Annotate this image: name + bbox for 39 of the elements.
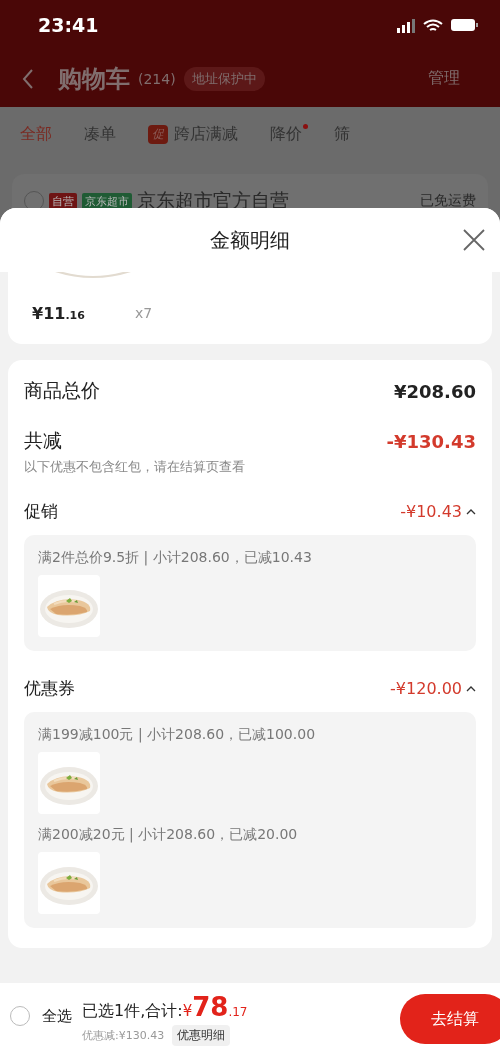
checkout-button[interactable]: 去结算 (400, 994, 500, 1044)
promo-tag: 促 (148, 125, 168, 144)
discount-rule: 满199减100元 | 小计208.60，已减100.00 (38, 726, 317, 744)
item-quantity: x7 (134, 305, 153, 321)
discount-rule: 满200减20元 | 小计208.60，已减20.00 (38, 826, 299, 844)
item-price: ¥11.16 (32, 303, 85, 323)
select-all[interactable]: 全选 (10, 1006, 72, 1026)
filter-tab[interactable]: 降价 (270, 124, 302, 145)
address-protection-badge[interactable]: 地址保护中 (183, 66, 265, 91)
summary-label: 共减 (24, 428, 62, 453)
section-amount[interactable]: -¥10.43 (400, 502, 476, 521)
filter-tab[interactable]: 筛 (334, 124, 350, 145)
wifi-icon (423, 18, 443, 32)
signal-icon (397, 17, 415, 33)
shipping-note: 已免运费 (420, 192, 476, 210)
section-label: 优惠券 (24, 677, 75, 700)
filter-tab[interactable]: 凑单 (84, 124, 116, 145)
page-title: 购物车 (58, 63, 130, 95)
status-time: 23:41 (38, 14, 99, 36)
discount-rule: 满2件总价9.5折 | 小计208.60，已减10.43 (38, 549, 313, 567)
summary-amount: -¥130.43 (386, 430, 476, 452)
cart-count: (214) (138, 70, 176, 87)
summary-amount: ¥208.60 (394, 380, 476, 402)
chevron-up-icon[interactable] (466, 508, 476, 515)
sheet-title: 金额明细 (210, 226, 290, 254)
discount-total: 优惠减:¥130.43 (82, 1028, 165, 1043)
discount-detail-button[interactable]: 优惠明细 (172, 1025, 231, 1046)
select-all-label[interactable]: 全选 (42, 1006, 72, 1026)
discount-note: 以下优惠不包含红包，请在结算页查看 (24, 458, 246, 476)
back-icon[interactable] (22, 67, 34, 90)
filter-tab[interactable]: 全部 (20, 124, 52, 145)
total-label: 已选1件,合计: (82, 1001, 183, 1022)
section-label: 促销 (24, 500, 58, 523)
battery-icon (451, 19, 478, 31)
section-amount[interactable]: -¥120.00 (390, 679, 476, 698)
chevron-up-icon[interactable] (466, 685, 476, 692)
manage-button[interactable]: 管理 (428, 68, 460, 89)
summary-label: 商品总价 (24, 378, 100, 403)
total-price: ¥78.17 (182, 992, 248, 1022)
